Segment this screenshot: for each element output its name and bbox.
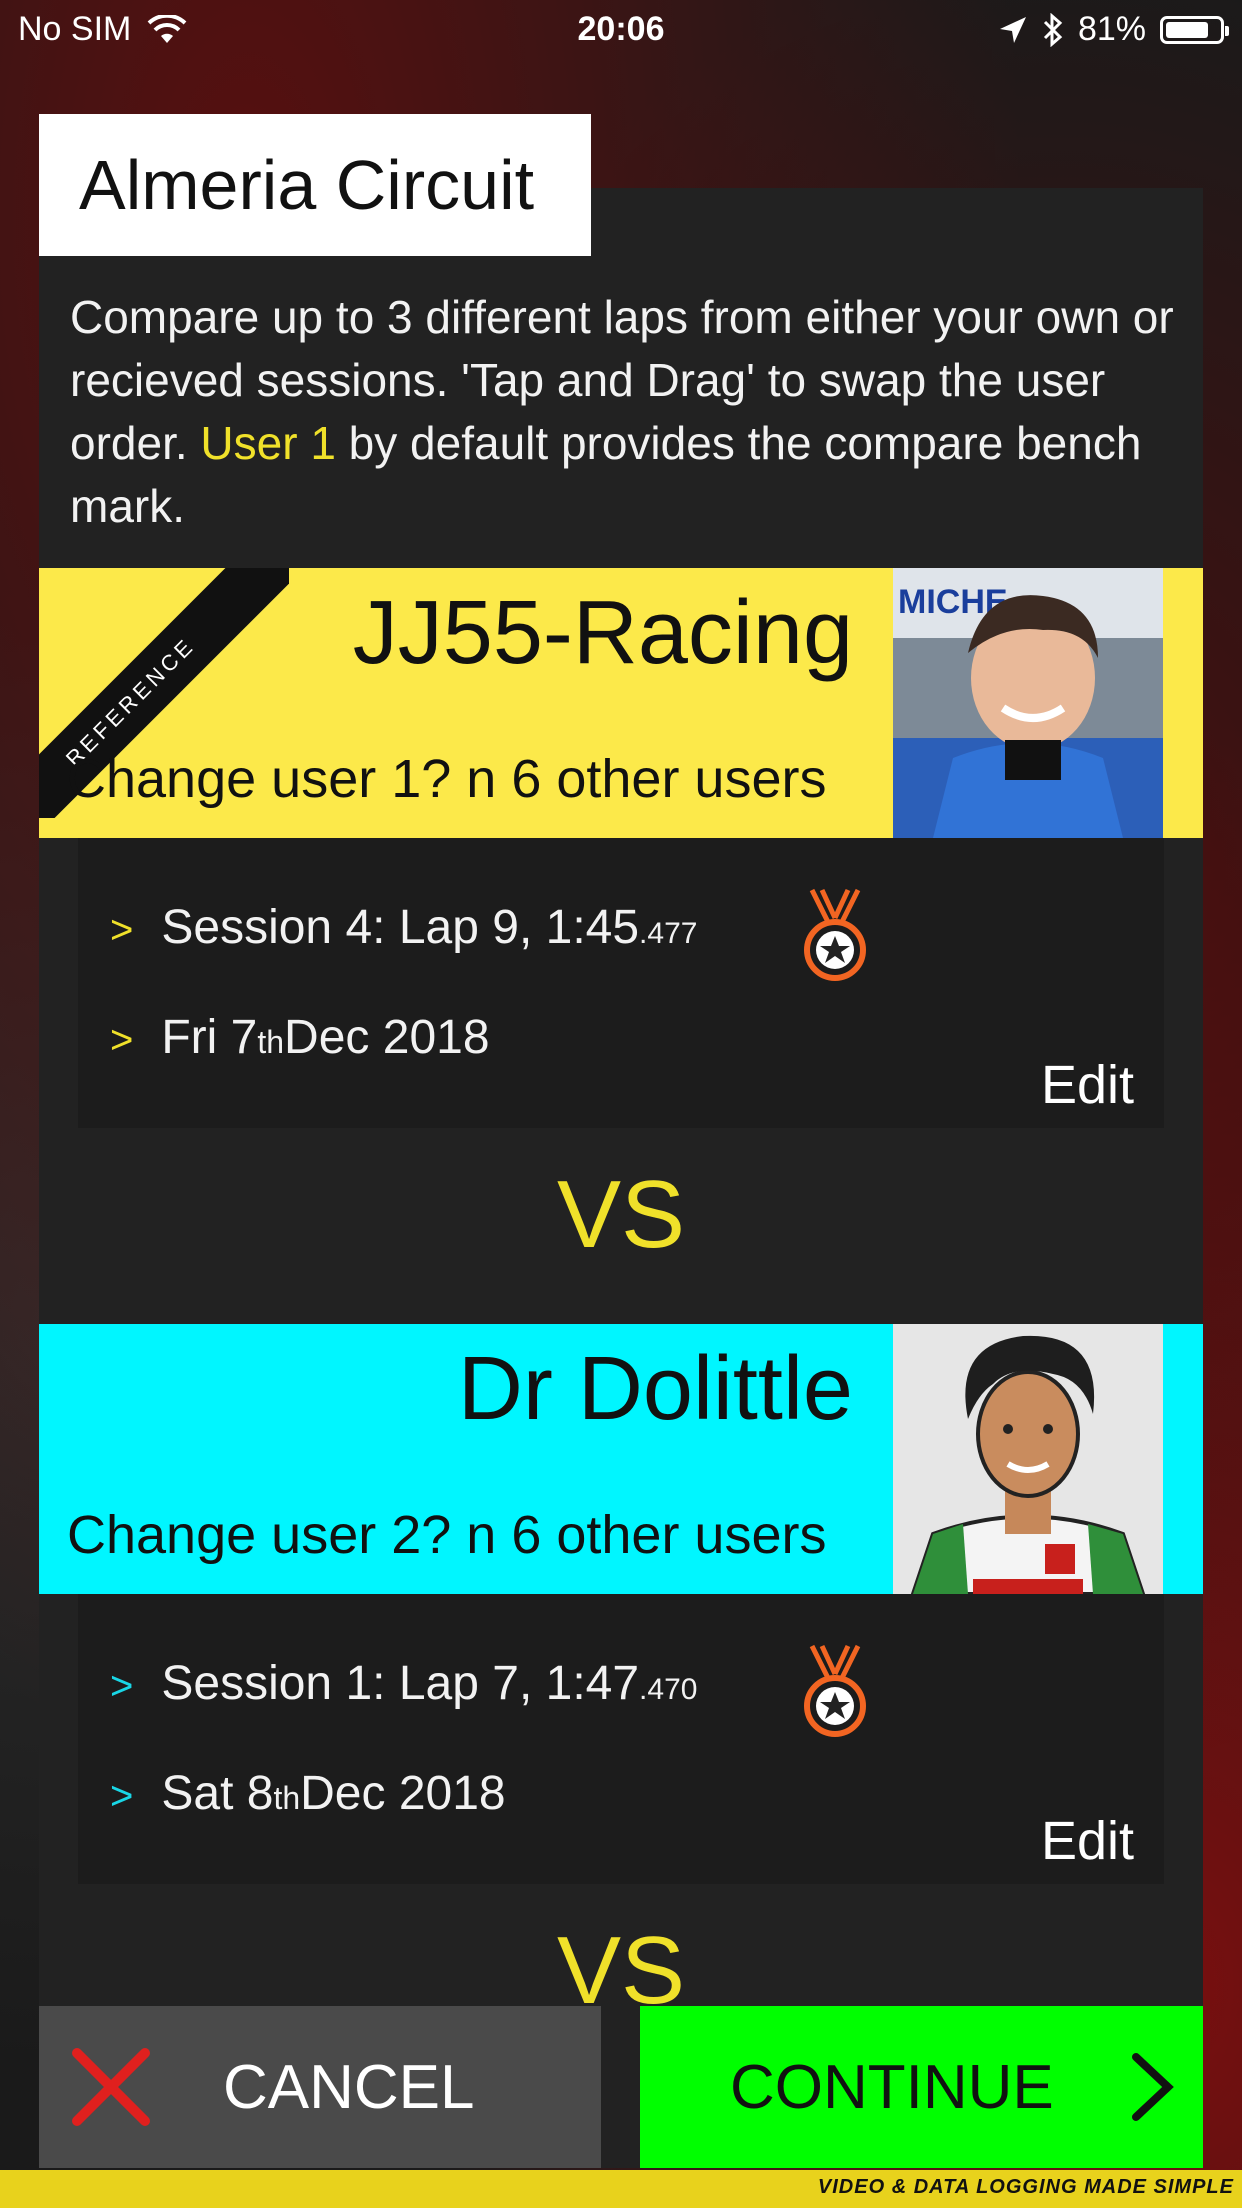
session-details-1: > Session 4: Lap 9, 1:45.477 > Fri 7th D… [78,838,1164,1128]
intro-text: Compare up to 3 different laps from eith… [70,286,1180,538]
status-bar: No SIM 20:06 81% [0,0,1242,62]
cancel-label: CANCEL [223,2052,475,2122]
cancel-button[interactable]: CANCEL [39,2006,601,2168]
continue-label: CONTINUE [730,2052,1054,2122]
footer-tagline: VIDEO & DATA LOGGING MADE SIMPLE [817,2176,1234,2198]
session-date-rest: Dec 2018 [300,1767,506,1820]
battery-percent: 81% [1077,10,1146,48]
session-date-row[interactable]: > Sat 8th Dec 2018 [110,1766,506,1821]
user-name: Dr Dolittle [457,1339,853,1439]
user-card-2[interactable]: Dr Dolittle Change user 2? n 6 other use… [39,1324,1203,1594]
chevron-right-icon: > [110,1774,134,1818]
session-lap-ms: .477 [639,917,698,950]
user-card-1[interactable]: REFERENCE JJ55-Racing Change user 1? n 6… [39,568,1203,838]
chevron-right-icon: > [110,1018,134,1062]
bluetooth-icon [1043,12,1063,47]
session-lap: Session 4: Lap 9, 1:45 [161,901,640,954]
session-details-2: > Session 1: Lap 7, 1:47.470 > Sat 8th D… [78,1594,1164,1884]
user-photo: MICHE [893,568,1163,838]
session-row[interactable]: > Session 1: Lap 7, 1:47.470 [110,1656,697,1711]
date-suffix: th [273,1780,301,1816]
session-date: Fri 7 [161,1011,258,1064]
change-user-link[interactable]: Change user 1? n 6 other users [67,748,826,810]
battery-icon [1160,15,1229,44]
status-right: 81% [998,10,1229,49]
session-lap: Session 1: Lap 7, 1:47 [161,1657,640,1710]
user-name: JJ55-Racing [352,583,853,683]
location-arrow-icon [999,16,1026,43]
chevron-right-icon: > [110,1664,134,1708]
continue-button[interactable]: CONTINUE [640,2006,1203,2168]
medal-icon [804,888,866,981]
user-avatar [893,1324,1163,1594]
medal-icon [804,1644,866,1737]
session-row[interactable]: > Session 4: Lap 9, 1:45.477 [110,900,697,955]
change-user-link[interactable]: Change user 2? n 6 other users [67,1504,826,1566]
session-date-rest: Dec 2018 [284,1011,490,1064]
chevron-right-icon [1131,2053,1174,2121]
chevron-right-icon: > [110,908,134,952]
page-title: Almeria Circuit [39,114,591,256]
session-lap-ms: .470 [639,1673,698,1706]
session-date-row[interactable]: > Fri 7th Dec 2018 [110,1010,490,1065]
intro-highlight: User 1 [200,417,336,469]
close-icon [72,2048,150,2126]
session-date: Sat 8 [161,1767,274,1820]
battery-fill [1166,21,1209,38]
vs-label: VS [556,1161,686,1268]
date-suffix: th [257,1024,285,1060]
edit-button[interactable]: Edit [1041,1054,1134,1116]
edit-button[interactable]: Edit [1041,1810,1134,1872]
